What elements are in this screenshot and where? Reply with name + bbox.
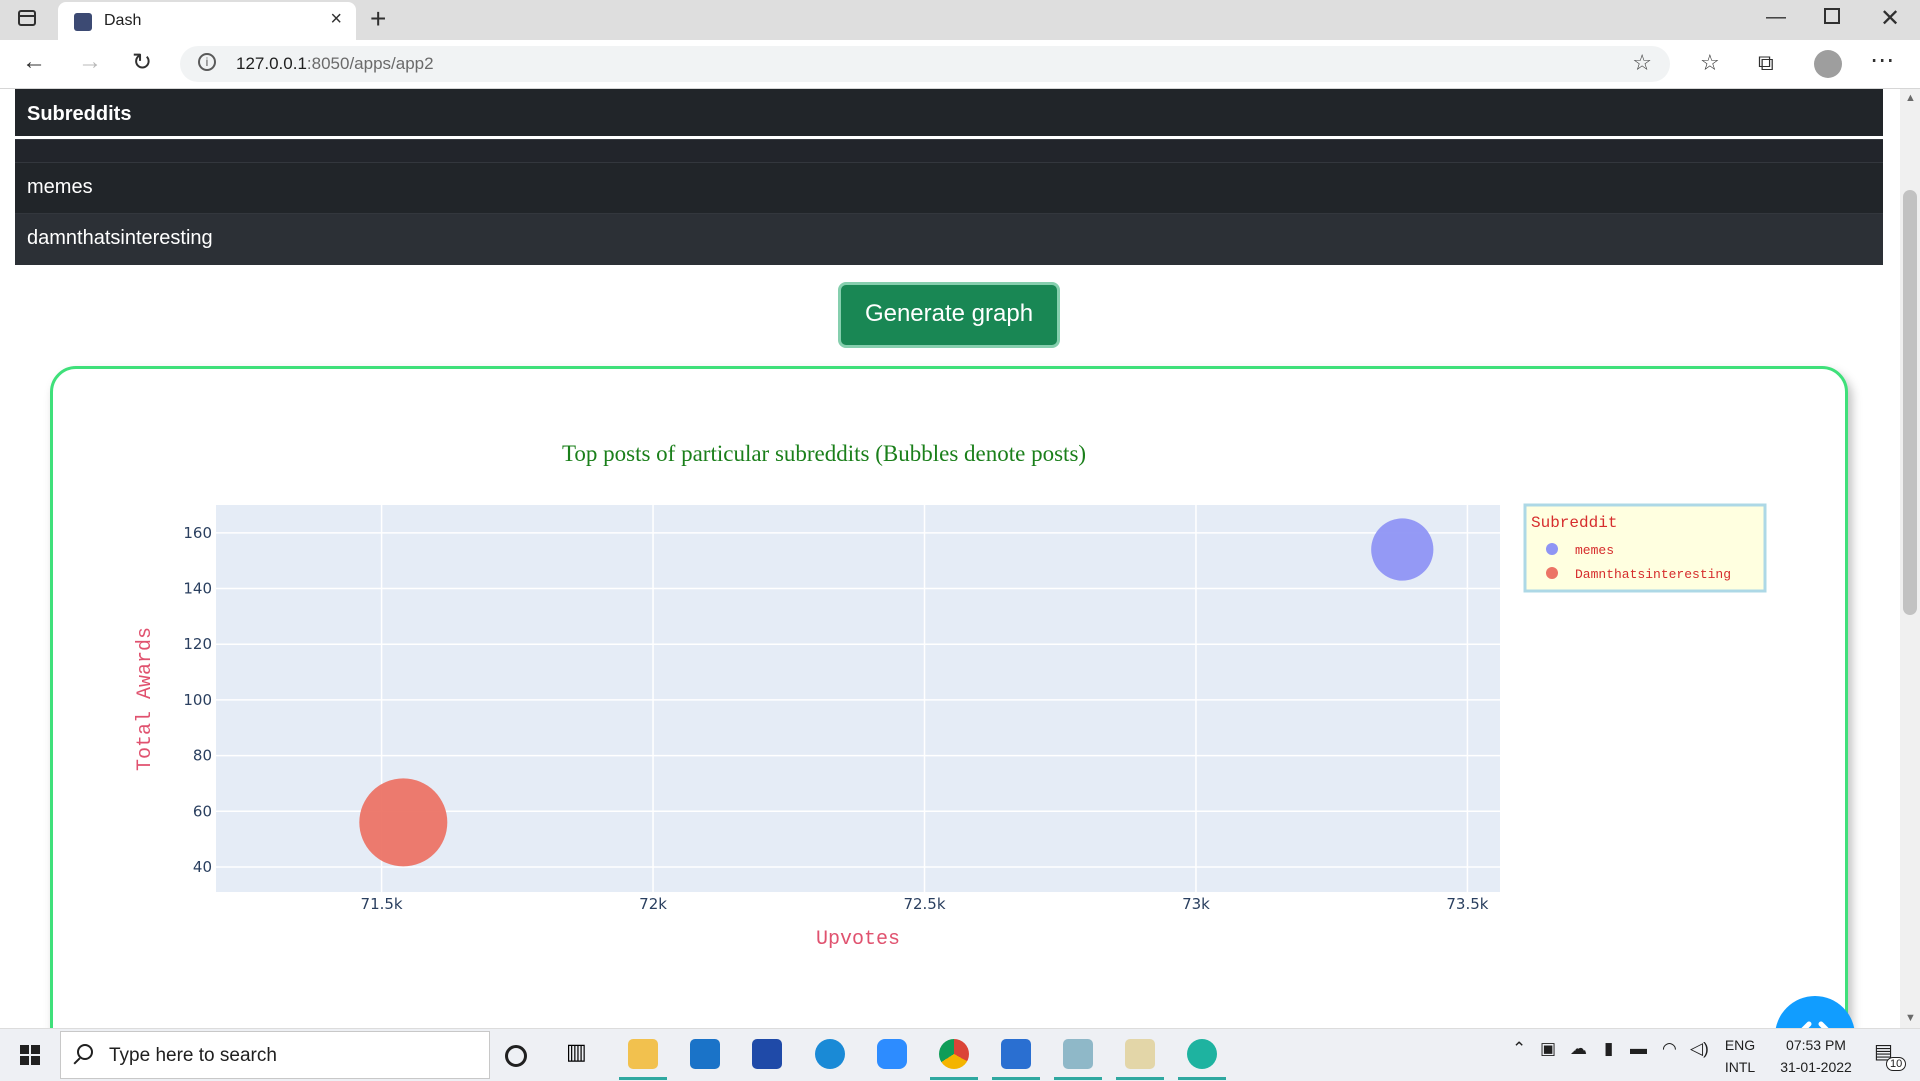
y-tick-label: 40 xyxy=(193,858,212,876)
code-brackets-icon xyxy=(1801,1021,1829,1028)
generate-graph-button[interactable]: Generate graph xyxy=(838,282,1060,348)
photos-icon[interactable] xyxy=(1001,1039,1031,1069)
volume-icon[interactable]: ◁) xyxy=(1690,1039,1709,1059)
dash-favicon-icon xyxy=(74,13,92,31)
language-indicator[interactable]: ENG xyxy=(1716,1037,1764,1053)
store-icon[interactable] xyxy=(752,1039,782,1069)
bubble-memes xyxy=(1371,518,1434,581)
file-explorer-icon[interactable] xyxy=(628,1039,658,1069)
search-icon xyxy=(77,1044,93,1060)
browser-tab[interactable]: Dash × xyxy=(58,2,356,40)
legend-marker-damnthatsinteresting xyxy=(1546,567,1558,579)
y-tick-label: 140 xyxy=(183,580,212,598)
x-tick-label: 73k xyxy=(1182,895,1210,913)
close-window-icon[interactable]: ✕ xyxy=(1880,4,1900,33)
edge-icon[interactable] xyxy=(1187,1039,1217,1069)
cortana-icon[interactable] xyxy=(505,1045,527,1067)
forward-icon[interactable]: → xyxy=(78,48,102,76)
legend-marker-memes xyxy=(1546,543,1558,555)
browser-toolbar: ← → ↻ i 127.0.0.1:8050/apps/app2 ☆ ☆ ⧉ ⋯ xyxy=(0,40,1920,89)
mail-icon[interactable] xyxy=(690,1039,720,1069)
refresh-icon[interactable]: ↻ xyxy=(132,48,152,77)
clock-date[interactable]: 31-01-2022 xyxy=(1770,1059,1862,1075)
browser-title-bar: Dash × + — ✕ xyxy=(0,0,1920,40)
wifi-icon[interactable]: ◠ xyxy=(1662,1039,1677,1059)
clock-time[interactable]: 07:53 PM xyxy=(1770,1037,1862,1053)
windows-taskbar: Type here to search ▥ ⌃ ▣ ☁ ▮ ▬ ◠ ◁) ENG… xyxy=(0,1028,1920,1081)
new-tab-icon[interactable]: + xyxy=(370,3,386,35)
search-placeholder: Type here to search xyxy=(109,1045,277,1066)
show-hidden-icons-icon[interactable]: ⌃ xyxy=(1512,1039,1526,1059)
task-view-icon[interactable]: ▥ xyxy=(566,1039,596,1069)
favorites-icon[interactable]: ☆ xyxy=(1700,50,1720,76)
battery-icon[interactable]: ▬ xyxy=(1630,1039,1647,1059)
scroll-down-icon[interactable]: ▼ xyxy=(1905,1012,1916,1024)
bubble-damnthatsinteresting xyxy=(359,778,448,867)
python-icon[interactable] xyxy=(1125,1039,1155,1069)
notepad-icon[interactable] xyxy=(1063,1039,1093,1069)
scroll-up-icon[interactable]: ▲ xyxy=(1905,92,1916,104)
address-bar[interactable]: i 127.0.0.1:8050/apps/app2 ☆ xyxy=(180,46,1670,82)
legend-title: Subreddit xyxy=(1531,514,1617,532)
x-tick-label: 73.5k xyxy=(1446,895,1488,913)
x-tick-label: 72k xyxy=(639,895,667,913)
legend-label: Damnthatsinteresting xyxy=(1575,567,1731,582)
x-axis-label: Upvotes xyxy=(816,928,900,951)
table-cell-subreddit: damnthatsinteresting xyxy=(27,227,213,249)
table-row[interactable]: damnthatsinteresting xyxy=(15,213,1883,265)
x-tick-label: 71.5k xyxy=(361,895,403,913)
windows-start-icon[interactable] xyxy=(20,1045,40,1065)
site-info-icon[interactable]: i xyxy=(198,53,216,71)
url-text[interactable]: 127.0.0.1:8050/apps/app2 xyxy=(236,54,434,74)
more-options-icon[interactable]: ⋯ xyxy=(1870,46,1894,75)
chrome-icon[interactable] xyxy=(939,1039,969,1069)
zoom-icon[interactable] xyxy=(877,1039,907,1069)
y-tick-label: 100 xyxy=(183,691,212,709)
graph-card: 71.5k 72k 72.5k 73k 73.5k 40 60 80 100 120 140 160 T… xyxy=(50,366,1848,1028)
y-tick-label: 120 xyxy=(183,635,212,653)
notification-count: 10 xyxy=(1886,1057,1907,1071)
scrollbar-thumb[interactable] xyxy=(1903,190,1917,615)
chart-title: Top posts of particular subreddits (Bubb… xyxy=(562,441,1086,466)
add-favorite-icon[interactable]: ☆ xyxy=(1632,50,1652,76)
restore-icon[interactable] xyxy=(1824,8,1840,24)
table-row-empty xyxy=(15,139,1883,162)
y-axis-label: Total Awards xyxy=(134,627,157,771)
profile-avatar[interactable] xyxy=(1814,50,1842,78)
back-icon[interactable]: ← xyxy=(22,48,46,76)
minimize-icon[interactable]: — xyxy=(1766,6,1786,29)
close-tab-icon[interactable]: × xyxy=(330,8,342,31)
keyboard-layout[interactable]: INTL xyxy=(1716,1059,1764,1075)
tab-actions-icon[interactable] xyxy=(18,10,36,26)
y-tick-label: 80 xyxy=(193,747,212,765)
taskbar-search-box[interactable]: Type here to search xyxy=(60,1031,490,1079)
page-content: Subreddits memes damnthatsinteresting Ge… xyxy=(0,89,1900,1028)
table-cell-subreddit: memes xyxy=(27,176,93,198)
tab-title: Dash xyxy=(104,12,142,29)
legend-label: memes xyxy=(1575,543,1614,558)
x-tick-label: 72.5k xyxy=(903,895,945,913)
collections-icon[interactable]: ⧉ xyxy=(1758,50,1774,76)
y-tick-label: 160 xyxy=(183,524,212,542)
microphone-icon[interactable]: ▮ xyxy=(1604,1039,1613,1059)
table-header: Subreddits xyxy=(15,89,1883,139)
table-row[interactable]: memes xyxy=(15,162,1883,213)
app-icon[interactable] xyxy=(815,1039,845,1069)
y-tick-label: 60 xyxy=(193,802,212,820)
meet-now-icon[interactable]: ▣ xyxy=(1540,1039,1556,1059)
subreddits-table: Subreddits memes damnthatsinteresting xyxy=(15,89,1883,265)
bubble-chart[interactable]: 71.5k 72k 72.5k 73k 73.5k 40 60 80 100 120 140 160 T… xyxy=(53,369,1845,1028)
onedrive-icon[interactable]: ☁ xyxy=(1570,1039,1587,1059)
table-header-label: Subreddits xyxy=(27,103,132,125)
